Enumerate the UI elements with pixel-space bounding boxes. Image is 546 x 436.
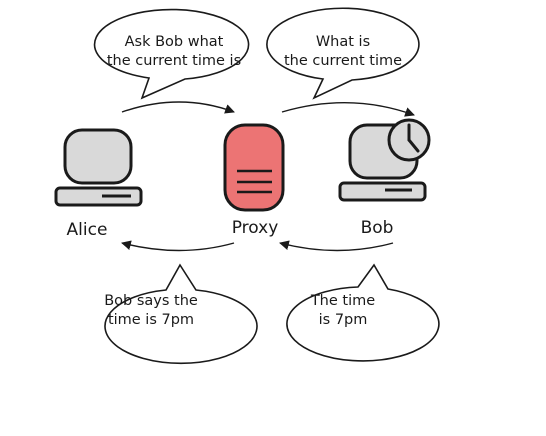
bubble-proxy-to-bob-text: What is the current time bbox=[267, 33, 419, 71]
proxy-server-icon bbox=[223, 123, 285, 212]
bubble-proxy-to-alice-text: Bob says the time is 7pm bbox=[75, 292, 227, 330]
bubble-line: the current time is bbox=[106, 53, 242, 69]
arrow-proxy-to-alice bbox=[121, 240, 235, 252]
alice-label: Alice bbox=[66, 220, 108, 240]
bubble-line: What is bbox=[315, 34, 371, 50]
bubble-line: is 7pm bbox=[318, 312, 368, 328]
proxy-label: Proxy bbox=[231, 218, 279, 238]
bubble-line: time is 7pm bbox=[107, 312, 195, 328]
bob-label: Bob bbox=[360, 218, 394, 238]
bubble-bob-to-proxy-text: The time is 7pm bbox=[267, 292, 419, 330]
bubble-line: The time bbox=[310, 293, 376, 309]
bubble-line: Bob says the bbox=[104, 293, 198, 309]
proxy-diagram: Alice Proxy Bob Ask Bob what the current… bbox=[0, 0, 546, 431]
arrow-proxy-to-bob bbox=[281, 102, 415, 117]
clock-icon bbox=[387, 118, 431, 162]
arrow-alice-to-proxy bbox=[121, 101, 235, 114]
bubble-line: Ask Bob what bbox=[124, 34, 224, 50]
bubble-line: the current time bbox=[283, 53, 403, 69]
arrow-bob-to-proxy bbox=[279, 240, 394, 252]
bubble-alice-to-proxy-text: Ask Bob what the current time is bbox=[96, 33, 252, 71]
alice-computer-icon bbox=[54, 128, 143, 207]
